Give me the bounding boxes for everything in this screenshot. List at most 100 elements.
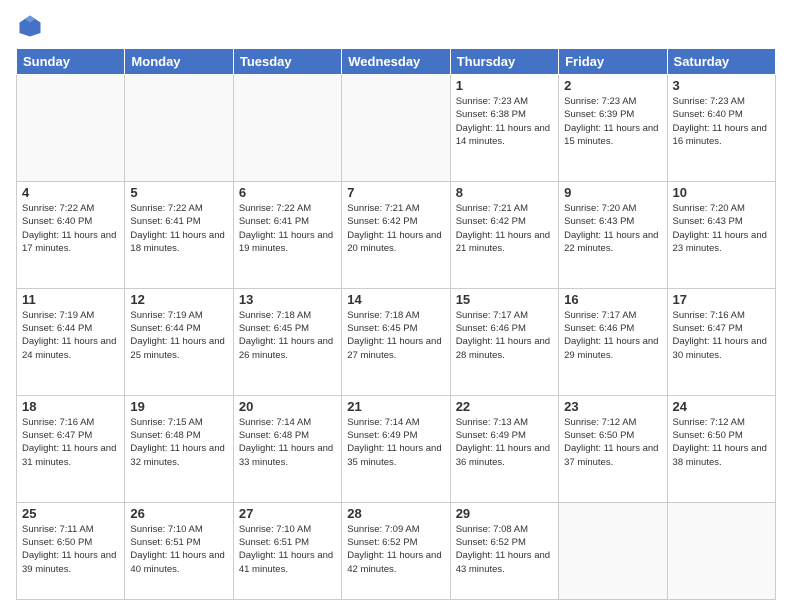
day-info: Sunrise: 7:22 AMSunset: 6:41 PMDaylight:… (130, 202, 227, 255)
calendar-day-cell: 25 Sunrise: 7:11 AMSunset: 6:50 PMDayligh… (17, 502, 125, 599)
day-info: Sunrise: 7:09 AMSunset: 6:52 PMDaylight:… (347, 523, 444, 576)
calendar-day-cell: 26Sunrise: 7:10 AMSunset: 6:51 PMDayligh… (125, 502, 233, 599)
day-number: 1 (456, 78, 553, 93)
calendar-day-cell: 16 Sunrise: 7:17 AMSunset: 6:46 PMDayligh… (559, 288, 667, 395)
calendar-day-cell: 4Sunrise: 7:22 AMSunset: 6:40 PMDaylight… (17, 181, 125, 288)
calendar-week-row: 4Sunrise: 7:22 AMSunset: 6:40 PMDaylight… (17, 181, 776, 288)
calendar-day-cell (17, 75, 125, 182)
day-number: 29 (456, 506, 553, 521)
calendar-week-row: 1 Sunrise: 7:23 AMSunset: 6:38 PMDaylight… (17, 75, 776, 182)
calendar-day-cell: 9 Sunrise: 7:20 AMSunset: 6:43 PMDaylight… (559, 181, 667, 288)
page: SundayMondayTuesdayWednesdayThursdayFrid… (0, 0, 792, 612)
calendar-day-cell (125, 75, 233, 182)
day-number: 14 (347, 292, 444, 307)
day-info: Sunrise: 7:22 AMSunset: 6:41 PMDaylight:… (239, 202, 336, 255)
day-number: 18 (22, 399, 119, 414)
day-info: Sunrise: 7:08 AMSunset: 6:52 PMDaylight:… (456, 523, 553, 576)
calendar-week-row: 25 Sunrise: 7:11 AMSunset: 6:50 PMDayligh… (17, 502, 776, 599)
calendar-day-cell: 3 Sunrise: 7:23 AMSunset: 6:40 PMDaylight… (667, 75, 775, 182)
day-info: Sunrise: 7:10 AMSunset: 6:51 PMDaylight:… (130, 523, 227, 576)
day-header-wednesday: Wednesday (342, 49, 450, 75)
calendar-day-cell: 5Sunrise: 7:22 AMSunset: 6:41 PMDaylight… (125, 181, 233, 288)
calendar-header-row: SundayMondayTuesdayWednesdayThursdayFrid… (17, 49, 776, 75)
day-info: Sunrise: 7:16 AMSunset: 6:47 PMDaylight:… (22, 416, 119, 469)
calendar-day-cell (233, 75, 341, 182)
day-header-sunday: Sunday (17, 49, 125, 75)
calendar-day-cell: 15 Sunrise: 7:17 AMSunset: 6:46 PMDayligh… (450, 288, 558, 395)
calendar-week-row: 18 Sunrise: 7:16 AMSunset: 6:47 PMDayligh… (17, 395, 776, 502)
logo-icon (16, 12, 44, 40)
calendar-day-cell (559, 502, 667, 599)
day-number: 25 (22, 506, 119, 521)
day-number: 20 (239, 399, 336, 414)
day-number: 12 (130, 292, 227, 307)
day-number: 15 (456, 292, 553, 307)
day-info: Sunrise: 7:10 AMSunset: 6:51 PMDaylight:… (239, 523, 336, 576)
day-number: 7 (347, 185, 444, 200)
day-number: 6 (239, 185, 336, 200)
day-info: Sunrise: 7:18 AMSunset: 6:45 PMDaylight:… (347, 309, 444, 362)
day-info: Sunrise: 7:12 AMSunset: 6:50 PMDaylight:… (564, 416, 661, 469)
day-header-friday: Friday (559, 49, 667, 75)
calendar-day-cell (342, 75, 450, 182)
day-number: 23 (564, 399, 661, 414)
day-info: Sunrise: 7:21 AMSunset: 6:42 PMDaylight:… (347, 202, 444, 255)
day-info: Sunrise: 7:20 AMSunset: 6:43 PMDaylight:… (673, 202, 770, 255)
calendar: SundayMondayTuesdayWednesdayThursdayFrid… (16, 48, 776, 600)
day-info: Sunrise: 7:17 AMSunset: 6:46 PMDaylight:… (456, 309, 553, 362)
day-number: 17 (673, 292, 770, 307)
header (16, 12, 776, 40)
day-info: Sunrise: 7:14 AMSunset: 6:48 PMDaylight:… (239, 416, 336, 469)
calendar-day-cell: 28 Sunrise: 7:09 AMSunset: 6:52 PMDayligh… (342, 502, 450, 599)
calendar-day-cell: 2 Sunrise: 7:23 AMSunset: 6:39 PMDaylight… (559, 75, 667, 182)
day-number: 2 (564, 78, 661, 93)
day-info: Sunrise: 7:23 AMSunset: 6:39 PMDaylight:… (564, 95, 661, 148)
day-number: 27 (239, 506, 336, 521)
day-info: Sunrise: 7:17 AMSunset: 6:46 PMDaylight:… (564, 309, 661, 362)
day-info: Sunrise: 7:23 AMSunset: 6:38 PMDaylight:… (456, 95, 553, 148)
calendar-day-cell: 14 Sunrise: 7:18 AMSunset: 6:45 PMDayligh… (342, 288, 450, 395)
calendar-day-cell: 21 Sunrise: 7:14 AMSunset: 6:49 PMDayligh… (342, 395, 450, 502)
day-number: 22 (456, 399, 553, 414)
calendar-day-cell: 19 Sunrise: 7:15 AMSunset: 6:48 PMDayligh… (125, 395, 233, 502)
day-info: Sunrise: 7:13 AMSunset: 6:49 PMDaylight:… (456, 416, 553, 469)
day-info: Sunrise: 7:18 AMSunset: 6:45 PMDaylight:… (239, 309, 336, 362)
day-header-monday: Monday (125, 49, 233, 75)
day-number: 16 (564, 292, 661, 307)
logo (16, 12, 48, 40)
calendar-day-cell: 24Sunrise: 7:12 AMSunset: 6:50 PMDayligh… (667, 395, 775, 502)
calendar-day-cell: 20 Sunrise: 7:14 AMSunset: 6:48 PMDayligh… (233, 395, 341, 502)
day-number: 21 (347, 399, 444, 414)
calendar-day-cell: 23 Sunrise: 7:12 AMSunset: 6:50 PMDayligh… (559, 395, 667, 502)
calendar-day-cell (667, 502, 775, 599)
day-info: Sunrise: 7:19 AMSunset: 6:44 PMDaylight:… (22, 309, 119, 362)
calendar-day-cell: 13 Sunrise: 7:18 AMSunset: 6:45 PMDayligh… (233, 288, 341, 395)
calendar-day-cell: 12 Sunrise: 7:19 AMSunset: 6:44 PMDayligh… (125, 288, 233, 395)
day-info: Sunrise: 7:16 AMSunset: 6:47 PMDaylight:… (673, 309, 770, 362)
day-number: 28 (347, 506, 444, 521)
calendar-day-cell: 7 Sunrise: 7:21 AMSunset: 6:42 PMDaylight… (342, 181, 450, 288)
day-number: 24 (673, 399, 770, 414)
calendar-day-cell: 27 Sunrise: 7:10 AMSunset: 6:51 PMDayligh… (233, 502, 341, 599)
day-info: Sunrise: 7:15 AMSunset: 6:48 PMDaylight:… (130, 416, 227, 469)
day-number: 9 (564, 185, 661, 200)
day-info: Sunrise: 7:21 AMSunset: 6:42 PMDaylight:… (456, 202, 553, 255)
day-number: 3 (673, 78, 770, 93)
day-info: Sunrise: 7:19 AMSunset: 6:44 PMDaylight:… (130, 309, 227, 362)
day-info: Sunrise: 7:14 AMSunset: 6:49 PMDaylight:… (347, 416, 444, 469)
day-number: 8 (456, 185, 553, 200)
day-info: Sunrise: 7:11 AMSunset: 6:50 PMDaylight:… (22, 523, 119, 576)
calendar-day-cell: 8 Sunrise: 7:21 AMSunset: 6:42 PMDaylight… (450, 181, 558, 288)
calendar-week-row: 11Sunrise: 7:19 AMSunset: 6:44 PMDayligh… (17, 288, 776, 395)
day-info: Sunrise: 7:20 AMSunset: 6:43 PMDaylight:… (564, 202, 661, 255)
calendar-day-cell: 22 Sunrise: 7:13 AMSunset: 6:49 PMDayligh… (450, 395, 558, 502)
day-number: 4 (22, 185, 119, 200)
calendar-day-cell: 29 Sunrise: 7:08 AMSunset: 6:52 PMDayligh… (450, 502, 558, 599)
day-number: 10 (673, 185, 770, 200)
day-info: Sunrise: 7:23 AMSunset: 6:40 PMDaylight:… (673, 95, 770, 148)
calendar-day-cell: 17 Sunrise: 7:16 AMSunset: 6:47 PMDayligh… (667, 288, 775, 395)
day-header-saturday: Saturday (667, 49, 775, 75)
day-number: 13 (239, 292, 336, 307)
calendar-day-cell: 6 Sunrise: 7:22 AMSunset: 6:41 PMDaylight… (233, 181, 341, 288)
day-number: 19 (130, 399, 227, 414)
